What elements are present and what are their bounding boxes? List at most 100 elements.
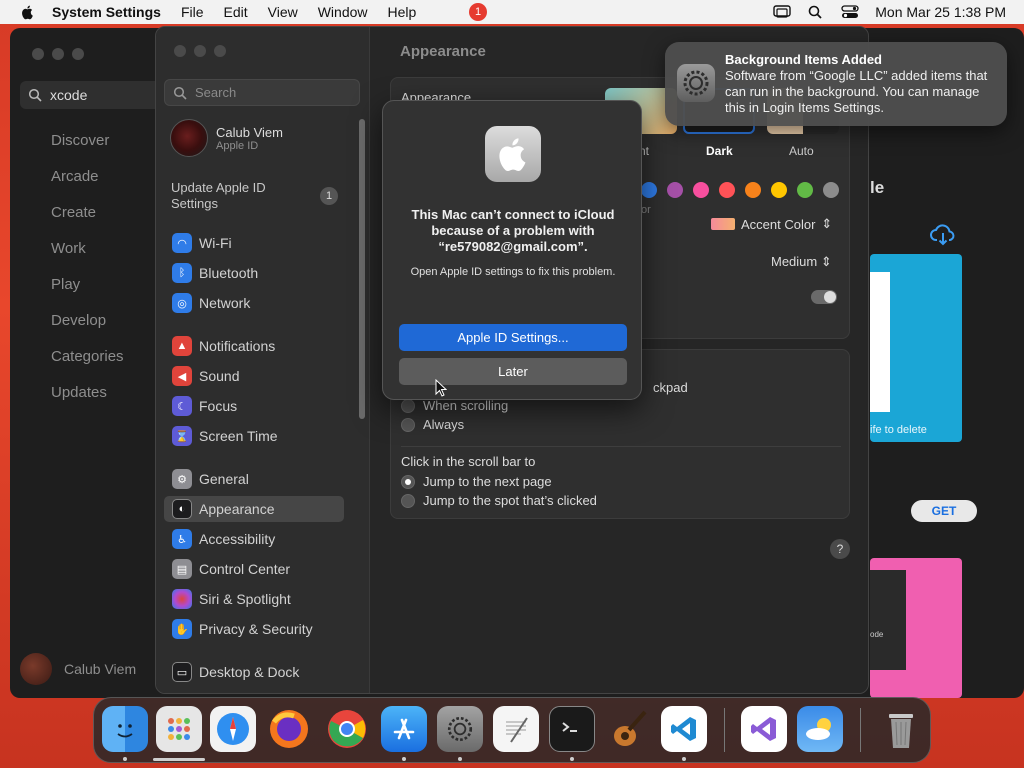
dock-visual-studio-icon[interactable] [741, 706, 787, 752]
dock-safari-icon[interactable] [210, 706, 256, 752]
appstore-search-field[interactable]: xcode [20, 81, 170, 109]
dock-garageband-icon[interactable] [605, 706, 651, 752]
app-tile-cleaner[interactable]: ife to delete [870, 254, 962, 442]
settings-sidebar: Search Calub Viem Apple ID Update Apple … [156, 27, 370, 693]
radio-always[interactable]: Always [401, 417, 464, 432]
appstore-account[interactable]: Calub Viem [20, 653, 136, 685]
sidebar-icon-size-popup[interactable]: Medium ⇕ [771, 254, 832, 270]
sidebar-item-label: Notifications [199, 338, 276, 354]
app-tile-code[interactable]: ode [870, 558, 962, 698]
accent-color-swatches [641, 182, 839, 198]
highlight-color-popup[interactable]: Accent Color ⇕ [711, 216, 832, 232]
radio-label: Jump to the spot that’s clicked [423, 493, 597, 508]
accent-yellow[interactable] [771, 182, 787, 198]
sidebar-item-notifications[interactable]: ▲ Notifications [164, 333, 344, 359]
menu-clock[interactable]: Mon Mar 25 1:38 PM [875, 4, 1006, 20]
apple-id-settings-button[interactable]: Apple ID Settings... [399, 324, 627, 351]
get-button[interactable]: GET [911, 500, 977, 522]
radio-next-page[interactable]: Jump to the next page [401, 474, 552, 489]
zoom-button[interactable] [72, 48, 84, 60]
nav-categories[interactable]: Categories [51, 348, 124, 384]
screen-mirroring-icon[interactable] [773, 5, 791, 19]
later-button[interactable]: Later [399, 358, 627, 385]
sidebar-apple-id[interactable]: Calub Viem Apple ID [170, 119, 283, 157]
menu-file[interactable]: File [181, 4, 204, 20]
show-scroll-bars-fragment: ckpad [653, 380, 688, 395]
nav-discover[interactable]: Discover [51, 132, 124, 168]
sidebar-item-control-center[interactable]: ▤ Control Center [164, 556, 344, 582]
sidebar-item-accessibility[interactable]: ♿ Accessibility [164, 526, 344, 552]
dock-finder-icon[interactable] [102, 706, 148, 752]
nav-work[interactable]: Work [51, 240, 124, 276]
dock-trash-icon[interactable] [878, 706, 924, 752]
radio-label: Jump to the next page [423, 474, 552, 489]
accent-red[interactable] [719, 182, 735, 198]
sidebar-item-general[interactable]: ⚙ General [164, 466, 344, 492]
dock-launchpad-icon[interactable] [156, 706, 202, 752]
accessibility-icon: ♿ [172, 529, 192, 549]
accent-blue[interactable] [641, 182, 657, 198]
nav-updates[interactable]: Updates [51, 384, 124, 420]
dock-weather-icon[interactable] [797, 706, 843, 752]
download-cloud-icon[interactable] [930, 224, 956, 246]
dock-vscode-icon[interactable] [661, 706, 707, 752]
sidebar-item-label: Sound [199, 368, 240, 384]
running-indicator [123, 757, 127, 761]
apple-menu-icon[interactable] [18, 4, 38, 20]
bell-icon: ▲ [172, 336, 192, 356]
nav-play[interactable]: Play [51, 276, 124, 312]
settings-search-field[interactable]: Search [164, 79, 360, 106]
radio-button [401, 398, 415, 413]
sidebar-item-label: Accessibility [199, 531, 276, 547]
sidebar-item-bluetooth[interactable]: ᛒ Bluetooth [164, 260, 344, 286]
radio-spot-clicked[interactable]: Jump to the spot that’s clicked [401, 493, 597, 508]
accent-orange[interactable] [745, 182, 761, 198]
radio-when-scrolling[interactable]: When scrolling [401, 398, 508, 413]
accent-green[interactable] [797, 182, 813, 198]
dock-app-store-icon[interactable] [381, 706, 427, 752]
menu-view[interactable]: View [268, 4, 298, 20]
help-button[interactable]: ? [830, 539, 850, 559]
sidebar-item-desktop-dock[interactable]: ▭ Desktop & Dock [164, 659, 344, 685]
wallpaper-tinting-toggle[interactable] [811, 290, 837, 304]
menu-help[interactable]: Help [388, 4, 417, 20]
hourglass-icon: ⌛ [172, 426, 192, 446]
dock-system-settings-icon[interactable] [437, 706, 483, 752]
accent-graphite[interactable] [823, 182, 839, 198]
sidebar-item-network[interactable]: ◎ Network [164, 290, 344, 316]
notification-banner[interactable]: Background Items Added Software from “Go… [665, 42, 1007, 126]
sidebar-item-appearance[interactable]: ◐ Appearance [164, 496, 344, 522]
dock-firefox-icon[interactable] [266, 706, 312, 752]
dock-terminal-icon[interactable] [549, 706, 595, 752]
close-button[interactable] [32, 48, 44, 60]
minimize-button[interactable] [52, 48, 64, 60]
menu-window[interactable]: Window [318, 4, 368, 20]
control-center-icon[interactable] [841, 5, 859, 19]
sidebar-item-privacy[interactable]: ✋ Privacy & Security [164, 616, 344, 642]
sidebar-item-wifi[interactable]: ◠ Wi-Fi [164, 230, 344, 256]
spotlight-search-icon[interactable] [807, 5, 825, 19]
dock-textedit-icon[interactable] [493, 706, 539, 752]
menu-app-name[interactable]: System Settings [52, 4, 161, 20]
zoom-button[interactable] [214, 45, 226, 57]
sidebar-update-apple-id[interactable]: Update Apple ID Settings [171, 180, 301, 212]
sidebar-item-screen-time[interactable]: ⌛ Screen Time [164, 423, 344, 449]
dock-separator [860, 708, 861, 752]
sidebar-item-label: Control Center [199, 561, 291, 577]
minimize-button[interactable] [194, 45, 206, 57]
accent-purple[interactable] [667, 182, 683, 198]
nav-arcade[interactable]: Arcade [51, 168, 124, 204]
sidebar-scrollbar[interactable] [359, 119, 365, 419]
menu-edit[interactable]: Edit [224, 4, 248, 20]
sidebar-item-siri[interactable]: Siri & Spotlight [164, 586, 344, 612]
avatar [20, 653, 52, 685]
control-center-icon: ▤ [172, 559, 192, 579]
dock-chrome-icon[interactable] [324, 706, 370, 752]
nav-develop[interactable]: Develop [51, 312, 124, 348]
close-button[interactable] [174, 45, 186, 57]
sidebar-item-sound[interactable]: ◀ Sound [164, 363, 344, 389]
nav-create[interactable]: Create [51, 204, 124, 240]
accent-pink[interactable] [693, 182, 709, 198]
appstore-traffic-lights [32, 48, 84, 60]
sidebar-item-focus[interactable]: ☾ Focus [164, 393, 344, 419]
